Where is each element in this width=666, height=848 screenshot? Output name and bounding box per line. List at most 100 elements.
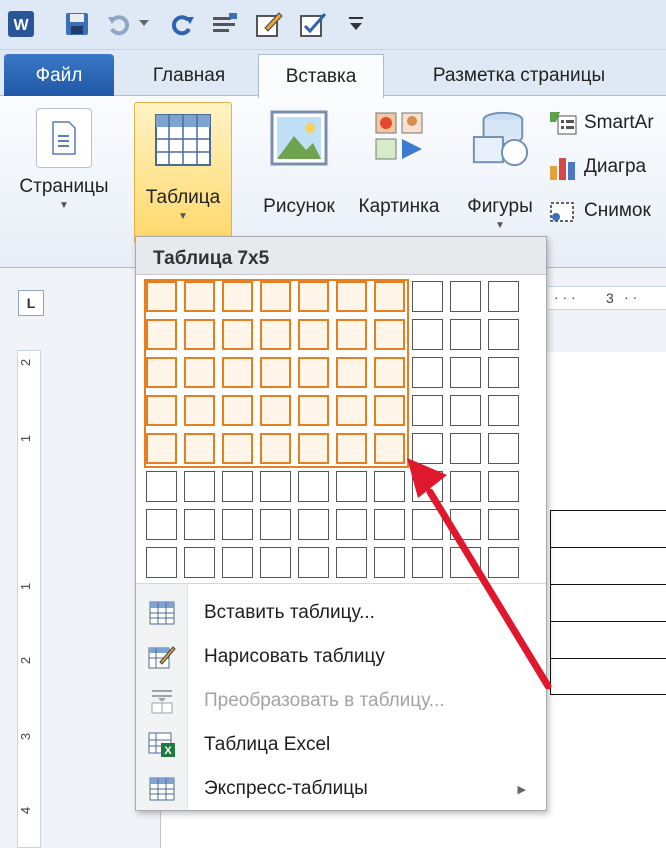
insert-table-menu-item[interactable]: Вставить таблицу... [136,592,546,634]
grid-cell[interactable] [450,357,481,388]
grid-cell[interactable] [298,509,329,540]
grid-cell-selected[interactable] [260,433,291,464]
edit-icon[interactable] [254,9,284,39]
grid-cell-selected[interactable] [146,395,177,426]
grid-cell[interactable] [450,471,481,502]
grid-cell[interactable] [298,547,329,578]
grid-cell[interactable] [450,281,481,312]
grid-cell-selected[interactable] [336,357,367,388]
tab-page-layout[interactable]: Разметка страницы [390,54,648,97]
grid-cell-selected[interactable] [298,357,329,388]
grid-cell[interactable] [336,509,367,540]
grid-cell[interactable] [488,281,519,312]
format-icon[interactable] [210,9,240,39]
tab-insert[interactable]: Вставка [258,54,384,98]
grid-cell-selected[interactable] [260,395,291,426]
grid-cell[interactable] [412,319,443,350]
grid-cell[interactable] [222,471,253,502]
grid-cell[interactable] [146,547,177,578]
grid-cell[interactable] [450,319,481,350]
grid-cell-selected[interactable] [146,433,177,464]
screenshot-button[interactable]: Снимок [548,196,651,226]
grid-cell[interactable] [488,357,519,388]
grid-cell[interactable] [412,471,443,502]
grid-cell[interactable] [222,509,253,540]
grid-cell[interactable] [412,357,443,388]
grid-cell-selected[interactable] [298,395,329,426]
grid-cell[interactable] [374,471,405,502]
grid-cell[interactable] [260,471,291,502]
grid-cell-selected[interactable] [374,281,405,312]
pages-button[interactable]: Страницы ▼ [6,108,122,211]
grid-cell[interactable] [146,509,177,540]
grid-cell[interactable] [412,395,443,426]
grid-cell-selected[interactable] [222,319,253,350]
redo-icon[interactable] [168,9,198,39]
grid-cell-selected[interactable] [222,357,253,388]
undo-icon[interactable] [104,9,134,39]
grid-cell[interactable] [374,547,405,578]
grid-cell-selected[interactable] [222,433,253,464]
grid-cell[interactable] [260,547,291,578]
grid-cell-selected[interactable] [336,281,367,312]
grid-cell-selected[interactable] [146,357,177,388]
grid-cell-selected[interactable] [336,395,367,426]
smartart-button[interactable]: SmartAr [548,108,654,138]
grid-cell[interactable] [412,547,443,578]
grid-cell[interactable] [184,509,215,540]
grid-cell-selected[interactable] [260,357,291,388]
grid-cell-selected[interactable] [184,281,215,312]
grid-cell[interactable] [488,471,519,502]
grid-cell-selected[interactable] [146,319,177,350]
grid-cell-selected[interactable] [298,433,329,464]
grid-cell-selected[interactable] [336,319,367,350]
tab-home[interactable]: Главная [124,54,254,97]
grid-cell[interactable] [450,395,481,426]
shapes-button[interactable]: Фигуры ▼ [454,108,546,231]
grid-cell[interactable] [412,281,443,312]
grid-cell[interactable] [336,471,367,502]
grid-cell-selected[interactable] [298,281,329,312]
grid-cell-selected[interactable] [222,281,253,312]
grid-cell-selected[interactable] [184,395,215,426]
grid-cell-selected[interactable] [374,357,405,388]
save-icon[interactable] [62,9,92,39]
grid-cell[interactable] [374,509,405,540]
tab-stop-selector[interactable]: L [18,290,44,316]
grid-cell-selected[interactable] [260,281,291,312]
grid-cell[interactable] [260,509,291,540]
chart-button[interactable]: Диагра [548,152,646,182]
excel-table-menu-item[interactable]: X Таблица Excel [136,724,546,766]
picture-button[interactable]: Рисунок [252,108,346,218]
quick-tables-menu-item[interactable]: Экспресс-таблицы ▶ [136,768,546,810]
grid-cell[interactable] [488,433,519,464]
grid-cell[interactable] [222,547,253,578]
grid-cell[interactable] [488,395,519,426]
grid-cell[interactable] [184,471,215,502]
grid-cell[interactable] [450,433,481,464]
customize-icon[interactable] [344,9,368,39]
checklist-icon[interactable] [298,9,328,39]
grid-cell-selected[interactable] [374,395,405,426]
grid-cell[interactable] [488,509,519,540]
grid-cell-selected[interactable] [146,281,177,312]
grid-cell[interactable] [488,319,519,350]
grid-cell-selected[interactable] [260,319,291,350]
table-button[interactable]: Таблица ▼ [134,102,232,244]
grid-cell[interactable] [488,547,519,578]
grid-cell[interactable] [298,471,329,502]
grid-cell-selected[interactable] [184,433,215,464]
grid-cell-selected[interactable] [184,357,215,388]
grid-cell-selected[interactable] [374,433,405,464]
grid-cell-selected[interactable] [298,319,329,350]
grid-cell-selected[interactable] [374,319,405,350]
grid-cell[interactable] [412,433,443,464]
chevron-down-icon[interactable] [134,9,154,39]
grid-cell[interactable] [146,471,177,502]
grid-cell[interactable] [336,547,367,578]
grid-cell[interactable] [450,509,481,540]
grid-cell-selected[interactable] [222,395,253,426]
draw-table-menu-item[interactable]: Нарисовать таблицу [136,636,546,678]
grid-cell-selected[interactable] [184,319,215,350]
grid-cell[interactable] [184,547,215,578]
